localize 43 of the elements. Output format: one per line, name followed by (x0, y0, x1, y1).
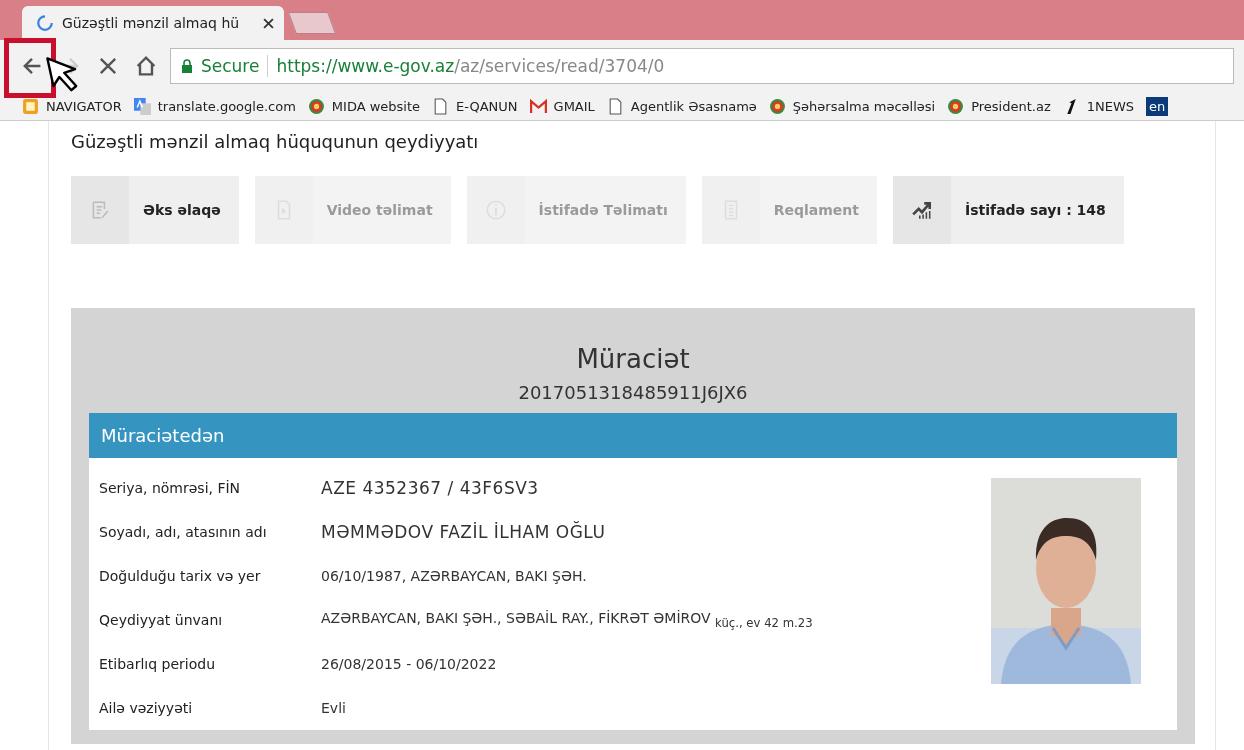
mail-icon (529, 97, 547, 115)
field-value: Evli (321, 700, 346, 716)
bookmark[interactable]: Agentlik Əsasnamə (606, 97, 757, 115)
bookmark[interactable]: GMAIL (529, 97, 595, 115)
secure-label: Secure (201, 56, 260, 76)
bookmark-favicon-icon (22, 97, 39, 115)
chart-icon (911, 199, 934, 221)
field-label: Ailə vəziyyəti (99, 700, 194, 716)
page-title: Güzəştli mənzil almaq hüququnun qeydiyyatı (71, 131, 480, 152)
bookmark[interactable]: NAVIGATOR (22, 97, 122, 115)
address-bar[interactable]: Secure https://www.e-gov.az/az/services/read/3704/0 (170, 48, 1234, 84)
home-icon[interactable] (134, 54, 158, 78)
lock-icon (181, 59, 193, 73)
bookmark[interactable]: Şəhərsalma məcəlləsi (768, 97, 936, 115)
field-value: 06/10/1987, AZƏRBAYCAN, BAKI ŞƏH. (321, 568, 587, 584)
action-button[interactable]: İstifadə sayı : 148 (893, 176, 1124, 244)
application-number: 2017051318485911J6JX6 (517, 382, 749, 403)
field-label: Etibarlıq periodu (99, 656, 217, 672)
field-label: Soyadı, adı, atasının adı (99, 524, 268, 540)
field-value: AZE 4352367 / 43F6SV3 (321, 478, 539, 498)
bookmark[interactable]: en (1146, 96, 1169, 116)
bookmark[interactable]: MIDA website (307, 97, 421, 115)
field-label: Qeydiyyat ünvanı (99, 612, 224, 628)
field-value: 26/08/2015 - 06/10/2022 (321, 656, 497, 672)
field-value: AZƏRBAYCAN, BAKI ŞƏH., SƏBAİL RAY., FİKRƏT ƏMİROV $_{küç., ev 42 m.23}$ (321, 610, 813, 630)
bookmark[interactable]: E-QANUN (432, 97, 518, 115)
section-header: Müraciətedən (89, 413, 1177, 458)
emblem-icon (768, 97, 786, 115)
bookmark[interactable]: 1NEWS (1062, 97, 1135, 115)
browser-tab[interactable]: Güzəştli mənzil almaq hü (22, 6, 284, 40)
emblem-icon (947, 97, 965, 115)
url-text: https://www.e-gov.az/az/services/read/3704/0 (276, 56, 665, 76)
bookmark[interactable]: President.az (947, 97, 1051, 115)
translate-icon (133, 97, 151, 115)
action-button[interactable]: Əks əlaqə (71, 176, 239, 244)
emblem-icon (307, 97, 325, 115)
field-label: Seriya, nömrəsi, FİN (99, 480, 242, 496)
application-title: Müraciət (575, 344, 691, 374)
close-icon[interactable] (263, 17, 274, 29)
field-value: MƏMMƏDOV FAZİL İLHAM OĞLU (321, 522, 606, 542)
field-label: Doğulduğu tarix və yer (99, 568, 262, 584)
bookmark[interactable]: translate.google.com (133, 97, 296, 115)
loading-spinner-icon (36, 14, 54, 32)
